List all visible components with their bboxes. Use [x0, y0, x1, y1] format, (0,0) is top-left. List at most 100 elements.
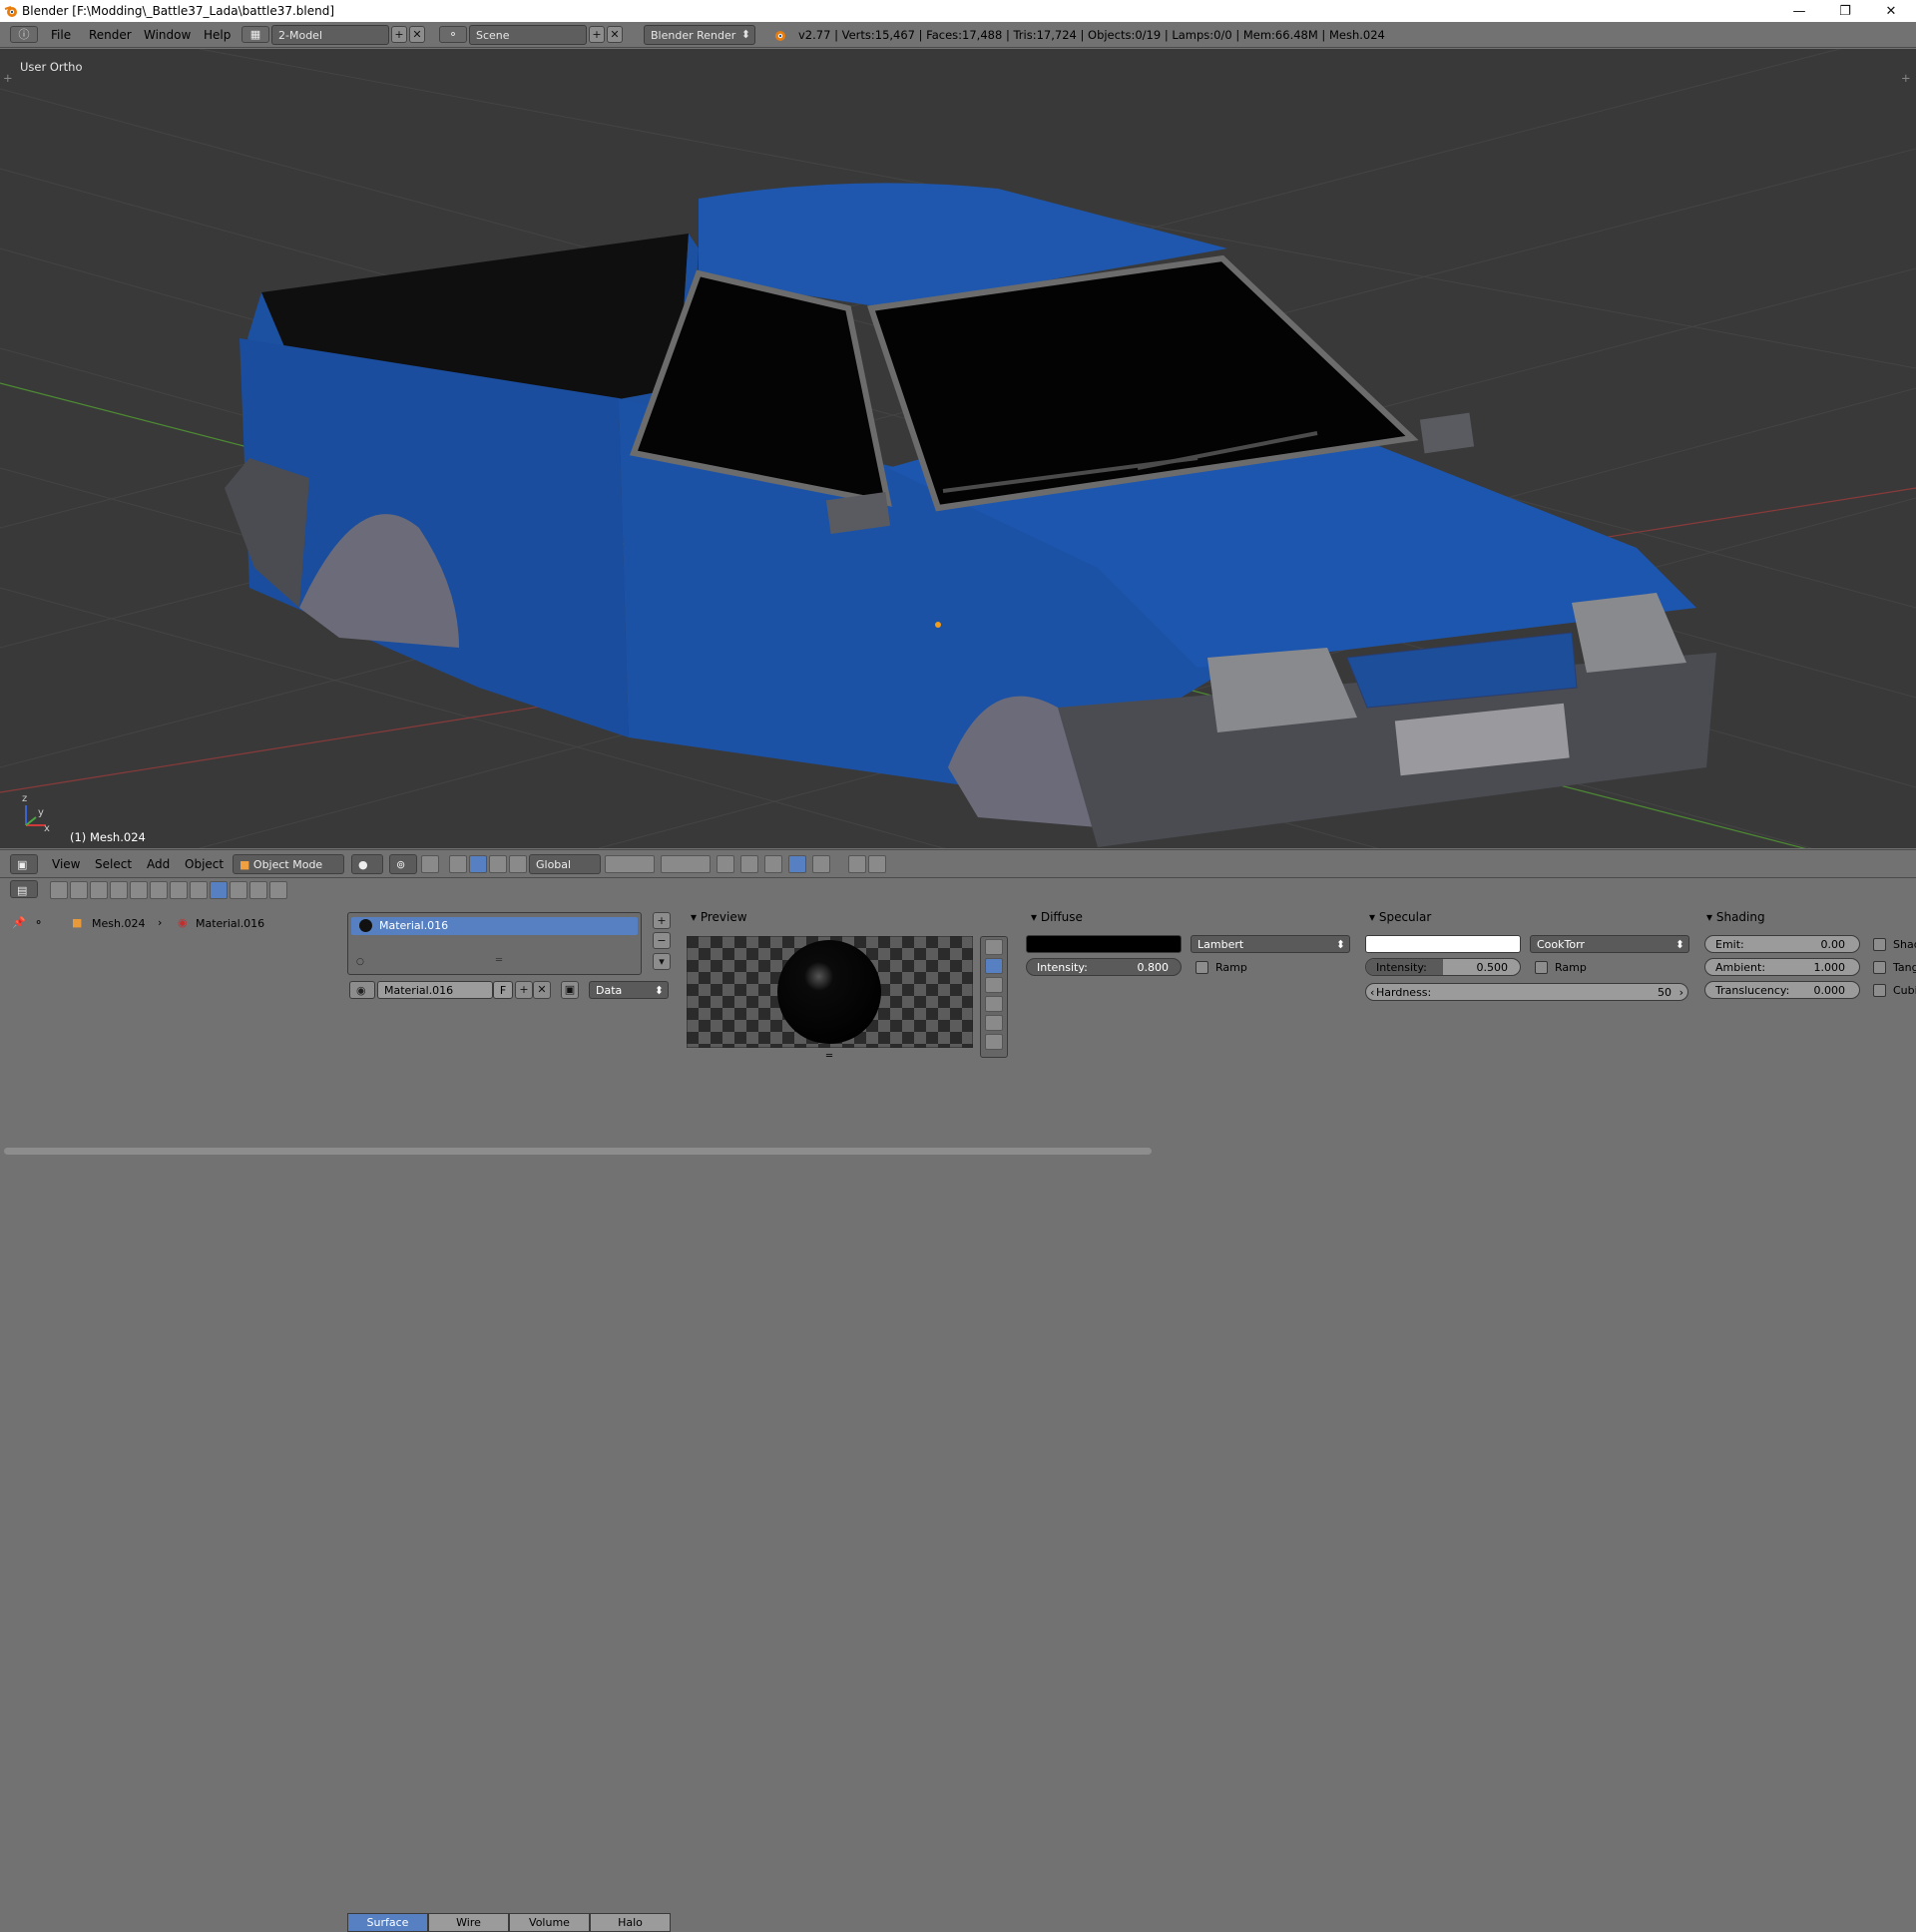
diffuse-color-swatch[interactable] — [1026, 935, 1182, 953]
menu-select[interactable]: Select — [95, 857, 132, 871]
material-slot-list[interactable]: Material.016 ○ ═ — [347, 912, 642, 975]
tab-texture-icon[interactable] — [230, 881, 247, 899]
tab-particles-icon[interactable] — [249, 881, 267, 899]
unlink-material-button[interactable]: ✕ — [533, 981, 551, 999]
cubic-interpolation-checkbox[interactable] — [1873, 984, 1886, 997]
ambient-slider[interactable]: Ambient: 1.000 — [1704, 958, 1860, 976]
scene-field[interactable]: Scene — [469, 25, 587, 45]
tab-data-icon[interactable] — [190, 881, 208, 899]
tab-wire[interactable]: Wire — [428, 1913, 509, 1932]
properties-horizontal-scrollbar[interactable] — [0, 1146, 1916, 1158]
list-item[interactable]: Material.016 — [351, 917, 638, 935]
diffuse-ramp-checkbox[interactable] — [1196, 961, 1208, 974]
menu-render[interactable]: Render — [89, 28, 132, 42]
preview-world-icon[interactable] — [985, 1034, 1003, 1050]
tab-physics-icon[interactable] — [269, 881, 287, 899]
hardness-slider[interactable]: ‹ Hardness: 50 › — [1365, 983, 1688, 1001]
scene-selector[interactable]: ⚬ — [439, 26, 467, 43]
specular-ramp-checkbox[interactable] — [1535, 961, 1548, 974]
shading-panel-header[interactable]: ▾ Shading — [1706, 910, 1765, 924]
specular-panel-header[interactable]: ▾ Specular — [1369, 910, 1431, 924]
tab-world-icon[interactable] — [110, 881, 128, 899]
list-filter-icon[interactable]: ○ — [356, 957, 364, 967]
delete-scene-button[interactable]: ✕ — [607, 26, 623, 43]
properties-toggle-icon[interactable]: + — [1901, 71, 1911, 85]
shadeless-checkbox[interactable] — [1873, 938, 1886, 951]
pin-icon[interactable]: 📌 — [12, 916, 26, 929]
specular-shader-dropdown[interactable]: CookTorr ⬍ — [1530, 935, 1689, 953]
specular-intensity-slider[interactable]: Intensity: 0.500 — [1365, 958, 1521, 976]
transform-orientation-dropdown[interactable]: Global — [529, 854, 601, 874]
preview-sphere-icon[interactable] — [985, 958, 1003, 974]
specular-color-swatch[interactable] — [1365, 935, 1521, 953]
tangent-shading-checkbox[interactable] — [1873, 961, 1886, 974]
link-dropdown[interactable]: Data ⬍ — [589, 981, 669, 999]
delete-screen-button[interactable]: ✕ — [409, 26, 425, 43]
render-animation-icon[interactable] — [868, 855, 886, 873]
screen-layout-field[interactable]: 2-Model — [271, 25, 389, 45]
preview-resize-handle[interactable]: ═ — [826, 1051, 832, 1062]
preview-monkey-icon[interactable] — [985, 996, 1003, 1012]
rotate-manipulator-icon[interactable] — [469, 855, 487, 873]
3d-viewport[interactable]: x y z User Ortho (1) Mesh.024 + + — [0, 49, 1916, 848]
diffuse-panel-header[interactable]: ▾ Diffuse — [1031, 910, 1083, 924]
snap-element-icon[interactable] — [812, 855, 830, 873]
menu-window[interactable]: Window — [144, 28, 191, 42]
layer-lock-icon[interactable] — [717, 855, 734, 873]
falloff-icon[interactable] — [764, 855, 782, 873]
tab-render-layers-icon[interactable] — [70, 881, 88, 899]
scrollbar-thumb[interactable] — [4, 1148, 1152, 1155]
render-engine-dropdown[interactable]: Blender Render ⬍ — [644, 25, 755, 45]
menu-add[interactable]: Add — [147, 857, 170, 871]
add-scene-button[interactable]: + — [589, 26, 605, 43]
translucency-slider[interactable]: Translucency: 0.000 — [1704, 981, 1860, 999]
minimize-button[interactable]: — — [1776, 0, 1822, 22]
menu-file[interactable]: File — [51, 28, 71, 42]
menu-view[interactable]: View — [52, 857, 80, 871]
translate-manipulator-icon[interactable] — [449, 855, 467, 873]
layers-grid-1-icon[interactable] — [605, 855, 655, 873]
preview-hair-icon[interactable] — [985, 1015, 1003, 1031]
add-material-slot-button[interactable]: + — [653, 912, 671, 929]
editor-type-3dview[interactable]: ▣ — [10, 854, 38, 874]
node-toggle-icon[interactable]: ▣ — [561, 981, 579, 999]
pivot-point-dropdown[interactable]: ⊚ — [389, 854, 417, 874]
tab-object-icon[interactable] — [130, 881, 148, 899]
layers-grid-2-icon[interactable] — [661, 855, 711, 873]
emit-slider[interactable]: Emit: 0.00 — [1704, 935, 1860, 953]
tab-volume[interactable]: Volume — [509, 1913, 590, 1932]
diffuse-intensity-slider[interactable]: Intensity: 0.800 — [1026, 958, 1182, 976]
maximize-button[interactable]: ❐ — [1822, 0, 1868, 22]
snap-toggle-icon[interactable] — [788, 855, 806, 873]
add-screen-button[interactable]: + — [391, 26, 407, 43]
preview-flat-icon[interactable] — [985, 939, 1003, 955]
menu-help[interactable]: Help — [204, 28, 231, 42]
tab-render-icon[interactable] — [50, 881, 68, 899]
preview-panel-header[interactable]: ▾ Preview — [691, 910, 747, 924]
slot-specials-menu[interactable]: ▾ — [653, 953, 671, 970]
scale-manipulator-icon[interactable] — [489, 855, 507, 873]
render-image-icon[interactable] — [848, 855, 866, 873]
manipulator-extra-icon[interactable] — [509, 855, 527, 873]
new-material-button[interactable]: + — [515, 981, 533, 999]
tab-constraints-icon[interactable] — [150, 881, 168, 899]
diffuse-shader-dropdown[interactable]: Lambert ⬍ — [1191, 935, 1350, 953]
viewport-shading-dropdown[interactable]: ● — [351, 854, 383, 874]
tab-halo[interactable]: Halo — [590, 1913, 671, 1932]
menu-object[interactable]: Object — [185, 857, 224, 871]
manipulator-toggle-icon[interactable] — [421, 855, 439, 873]
tab-material-icon[interactable] — [210, 881, 228, 899]
interaction-mode-dropdown[interactable]: ■ Object Mode — [233, 854, 344, 874]
close-button[interactable]: ✕ — [1868, 0, 1914, 22]
toolshelf-toggle-icon[interactable]: + — [3, 71, 13, 85]
fake-user-toggle[interactable]: F — [493, 981, 513, 999]
proportional-edit-icon[interactable] — [740, 855, 758, 873]
material-browse-button[interactable]: ◉ — [349, 981, 375, 999]
tab-surface[interactable]: Surface — [347, 1913, 428, 1932]
remove-material-slot-button[interactable]: − — [653, 932, 671, 949]
tab-scene-icon[interactable] — [90, 881, 108, 899]
viewport-canvas[interactable]: x y z — [0, 49, 1916, 848]
editor-type-menu[interactable]: ⓘ — [10, 26, 38, 43]
editor-type-properties[interactable]: ▤ — [10, 880, 38, 898]
screen-layout-selector[interactable]: ▦ — [241, 26, 269, 43]
